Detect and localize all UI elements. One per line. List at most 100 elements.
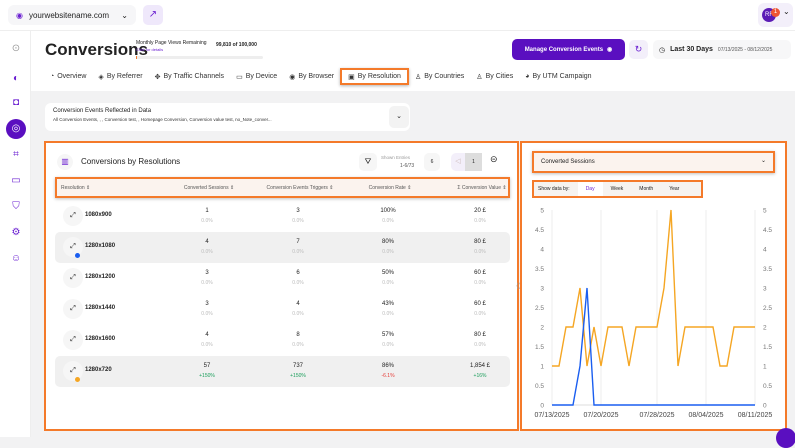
sort-icon: ⇕: [86, 185, 91, 191]
conversion-events-box: Conversion Events Reflected in Data All C…: [45, 103, 410, 131]
current-page[interactable]: 1: [465, 153, 482, 171]
cell-value: 1,854 £: [469, 363, 491, 369]
tab-by-browser[interactable]: ◉ By Browser: [283, 68, 340, 85]
shown-entries-value: 1-6/73: [400, 163, 415, 169]
manage-conversion-events-button[interactable]: Manage Conversion Events ◉: [512, 39, 625, 60]
conversions-icon[interactable]: ◎: [6, 119, 26, 139]
tab-label: By Countries: [424, 73, 465, 80]
resolution-icon: ⤢: [63, 237, 83, 257]
cell-value: 86%: [381, 363, 394, 369]
column-label: Conversion Rate: [368, 185, 406, 191]
column-header[interactable]: Conversion Events Triggers ⇕: [255, 185, 345, 191]
column-header[interactable]: Resolution ⇕: [61, 185, 90, 191]
cell-change: 0.0%: [201, 218, 213, 224]
tab-by-referrer[interactable]: ◈ By Referrer: [92, 68, 148, 85]
cell-value: 4: [205, 332, 209, 338]
date-range-picker[interactable]: ◷ Last 30 Days 07/13/2025 - 08/12/2025: [653, 40, 791, 59]
prev-page-button[interactable]: ◁: [451, 153, 465, 171]
period-day[interactable]: Day: [577, 182, 603, 196]
tab-label: By Referrer: [106, 73, 143, 80]
cell-change: 0.0%: [474, 218, 486, 224]
table-row[interactable]: ⤢ 1280x720 57 +150% 737 +150% 86% -6.1% 1,854 £ +…: [55, 356, 510, 387]
utm-icon: ◕: [525, 73, 530, 80]
cell-change: 0.0%: [382, 311, 394, 317]
events-expand-button[interactable]: ⌄: [389, 106, 409, 128]
cell-change: +150%: [199, 373, 215, 379]
period-year[interactable]: Year: [661, 186, 687, 192]
shield-icon[interactable]: ⛉: [6, 197, 26, 217]
cell-change: 0.0%: [382, 342, 394, 348]
tab-overview[interactable]: ◔ Overview: [44, 68, 92, 85]
tab-by-utm-campaign[interactable]: ◕ By UTM Campaign: [519, 68, 597, 85]
resolution-icon: ⤢: [63, 268, 83, 288]
y-tick-label-left: 5: [540, 208, 544, 215]
column-header[interactable]: Conversion Rate ⇕: [345, 185, 435, 191]
chevron-down-icon: ⌄: [760, 158, 766, 164]
next-page-button[interactable]: ⊝: [490, 154, 498, 165]
chevron-down-icon: ⌄: [121, 10, 128, 20]
page-title: Conversions: [45, 40, 148, 59]
cell-change: 0.0%: [201, 311, 213, 317]
cell-value: 6: [296, 270, 300, 276]
table-row[interactable]: ⤢ 1280x1440 3 0.0% 4 0.0% 43% 0.0% 60 £ 0.0%: [55, 294, 510, 325]
site-selector[interactable]: ◉ yourwebsitename.com ⌄: [8, 5, 136, 25]
help-button[interactable]: [776, 428, 795, 448]
gear-icon[interactable]: ⚙: [6, 223, 26, 243]
overview-icon: ◔: [50, 73, 55, 80]
table-row[interactable]: ⤢ 1280x1600 4 0.0% 8 0.0% 57% 0.0% 80 £ 0.0%: [55, 325, 510, 356]
channels-icon: ✥: [154, 73, 161, 81]
scan-icon[interactable]: ⌗: [6, 145, 26, 165]
collapse-icon[interactable]: ⊙: [6, 39, 26, 59]
cell-change: 0.0%: [474, 342, 486, 348]
cities-icon: ♙: [476, 73, 483, 81]
page-views-link[interactable]: Click for details: [136, 47, 163, 52]
column-header[interactable]: Σ Conversion Value ⇕: [437, 185, 527, 191]
y-tick-label-right: 2: [763, 325, 767, 332]
monitor-icon[interactable]: ▭: [6, 171, 26, 191]
tab-by-countries[interactable]: ♙ By Countries: [409, 68, 470, 85]
column-label: Σ Conversion Value: [457, 185, 501, 191]
y-tick-label-right: 4.5: [763, 227, 772, 234]
resolution-icon: ⤢: [63, 299, 83, 319]
table-title: Conversions by Resolutions: [81, 157, 181, 166]
cell-change: 0.0%: [292, 249, 304, 255]
tab-by-device[interactable]: ▭ By Device: [230, 68, 283, 85]
x-tick-label: 07/13/2025: [534, 412, 569, 419]
y-tick-label-left: 0.5: [535, 383, 544, 390]
y-tick-label-right: 0: [763, 403, 767, 410]
show-data-by: Show data by: Day Week Month Year: [532, 180, 703, 198]
table-row[interactable]: ⤢ 1280x1080 4 0.0% 7 0.0% 80% 0.0% 80 £ 0.0%: [55, 232, 510, 263]
notification-badge: 1: [771, 8, 780, 17]
date-range-label: Last 30 Days: [670, 46, 713, 53]
column-label: Resolution: [61, 185, 85, 191]
table-row[interactable]: ⤢ 1080x900 1 0.0% 3 0.0% 100% 0.0% 20 £ 0.0%: [55, 201, 510, 232]
cell-value: 737: [292, 363, 303, 369]
metric-select[interactable]: Converted Sessions ⌄: [532, 151, 775, 173]
tab-by-traffic-channels[interactable]: ✥ By Traffic Channels: [149, 68, 230, 85]
tab-by-cities[interactable]: ♙ By Cities: [470, 68, 519, 85]
y-tick-label-right: 0.5: [763, 383, 772, 390]
refresh-button[interactable]: ↻: [629, 40, 648, 59]
column-header[interactable]: Converted Sessions ⇕: [164, 185, 254, 191]
external-link-button[interactable]: ↗: [143, 5, 163, 25]
period-month[interactable]: Month: [631, 186, 661, 192]
cell-value: 20 £: [474, 208, 486, 214]
table-row[interactable]: ⤢ 1280x1200 3 0.0% 6 0.0% 50% 0.0% 60 £ 0.0%: [55, 263, 510, 294]
x-tick-label: 07/20/2025: [583, 412, 618, 419]
clock-icon: ◷: [659, 46, 666, 54]
user-pin-icon[interactable]: ☺: [6, 249, 26, 269]
chevron-down-icon[interactable]: ⌄: [783, 7, 790, 16]
y-tick-label-right: 1.5: [763, 344, 772, 351]
x-tick-label: 07/28/2025: [639, 412, 674, 419]
manage-label: Manage Conversion Events: [524, 46, 604, 53]
cell-value: 7: [296, 239, 300, 245]
cell-change: -6.1%: [381, 373, 395, 379]
tab-by-resolution[interactable]: ▣ By Resolution: [340, 68, 409, 85]
period-week[interactable]: Week: [603, 186, 632, 192]
filter-icon[interactable]: ⛛: [359, 153, 377, 171]
dashboard-icon[interactable]: ◐: [6, 69, 26, 89]
site-logo-icon: ◉: [16, 10, 23, 20]
tab-label: By UTM Campaign: [532, 73, 592, 80]
bag-icon[interactable]: ◘: [6, 93, 26, 113]
page-size-select[interactable]: 6: [424, 153, 440, 171]
